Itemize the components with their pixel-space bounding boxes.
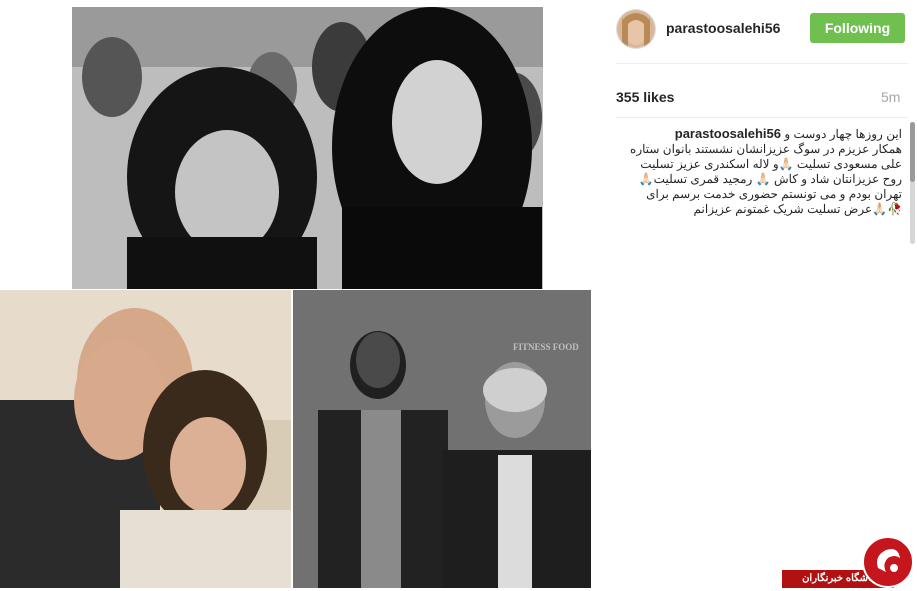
avatar[interactable]: [616, 9, 656, 49]
divider: [616, 117, 908, 118]
photo-fitness-event: FITNESS FOOD: [293, 290, 591, 588]
caption: این روزها چهار دوست و parastoosalehi56 ه…: [616, 126, 902, 244]
likes-count[interactable]: 355 likes: [616, 89, 674, 105]
caption-line-4: روح عزیزانتان شاد و کاش 🙏🏻 رمجید قمری تس…: [638, 172, 902, 186]
caption-line-6: 🥀🙏🏻عرض تسلیت شریک غمتونم عزیزانم: [693, 202, 902, 216]
caption-line-2: همکار عزیزم در سوگ عزیزانشان نشستند بانو…: [630, 142, 902, 156]
username-link[interactable]: parastoosalehi56: [666, 20, 780, 36]
divider: [616, 63, 908, 64]
photo-man-with-mother: [0, 290, 291, 588]
caption-line-5: تهران بودم و می تونستم حضوری خدمت برسم ب…: [646, 187, 902, 201]
post-header: parastoosalehi56 Following: [616, 9, 908, 49]
caption-scrollbar-thumb[interactable]: [910, 122, 915, 182]
watermark-logo: باشگاه خبرنگاران: [782, 536, 917, 590]
watermark-emblem-icon: [862, 536, 914, 588]
caption-line-1: این روزها چهار دوست و: [784, 127, 902, 141]
caption-line-3: علی مسعودی تسلیت 🙏🏻و لاله اسکندری عزیز ت…: [640, 157, 902, 171]
following-button[interactable]: Following: [810, 13, 905, 43]
caption-username-link[interactable]: parastoosalehi56: [675, 126, 781, 141]
post-time[interactable]: 5m: [881, 89, 900, 105]
photo-women-mourning: [72, 7, 543, 289]
fitness-food-sign: FITNESS FOOD: [513, 342, 579, 352]
